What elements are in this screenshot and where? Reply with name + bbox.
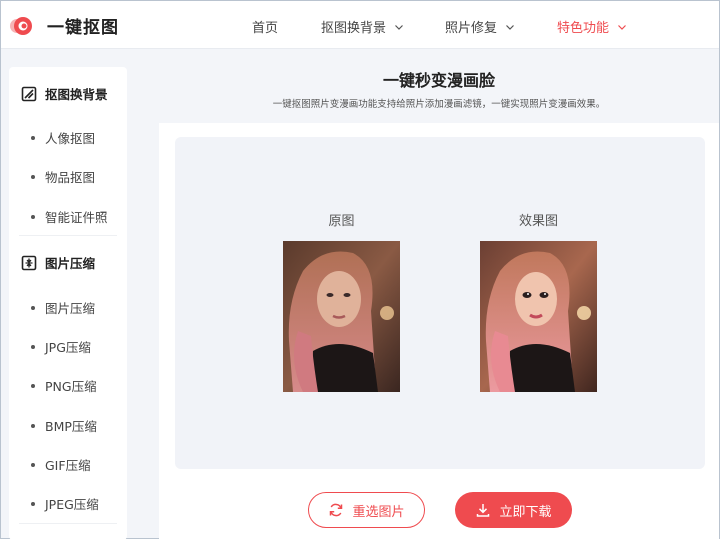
sidebar-item-image-compress[interactable]: 图片压缩: [31, 298, 95, 317]
sidebar-item-label: GIF压缩: [45, 458, 91, 473]
nav-label: 抠图换背景: [321, 21, 387, 36]
reselect-image-button[interactable]: 重选图片: [308, 492, 425, 528]
nav-home[interactable]: 首页: [252, 17, 278, 36]
nav-special-features[interactable]: 特色功能: [557, 17, 627, 36]
bullet-icon: [31, 462, 35, 467]
sidebar-item-label: 物品抠图: [45, 170, 96, 185]
main-panel: 原图 效果图 重选图片 立即下载: [159, 123, 719, 539]
bullet-icon: [31, 501, 35, 506]
nav-label: 首页: [252, 21, 279, 36]
bullet-icon: [31, 423, 35, 428]
bullet-icon: [31, 383, 35, 388]
sidebar-item-label: BMP压缩: [45, 419, 97, 434]
bullet-icon: [31, 174, 35, 179]
original-label: 原图: [328, 214, 355, 229]
sidebar-divider: [19, 235, 117, 236]
chevron-down-icon: [395, 24, 403, 30]
logo-icon: [9, 15, 39, 37]
sidebar-item-label: JPEG压缩: [45, 497, 99, 512]
image-slash-icon: [21, 86, 37, 101]
sidebar-item-label: 智能证件照: [45, 210, 108, 225]
download-icon: [477, 504, 490, 517]
nav-photo-repair[interactable]: 照片修复: [445, 17, 515, 36]
logo[interactable]: 一键抠图: [9, 13, 119, 38]
sidebar-item-label: 人像抠图: [45, 131, 96, 146]
page-subtitle: 一键抠图照片变漫画功能支持给照片添加漫画滤镜，一键实现照片变漫画效果。: [272, 99, 606, 110]
bullet-icon: [31, 344, 35, 349]
sidebar-item-jpeg-compress[interactable]: JPEG压缩: [31, 494, 99, 513]
bullet-icon: [31, 135, 35, 140]
page-title: 一键秒变漫画脸: [382, 71, 495, 90]
original-photo: [283, 241, 400, 392]
sidebar-item-gif-compress[interactable]: GIF压缩: [31, 455, 91, 474]
sidebar-item-jpg-compress[interactable]: JPG压缩: [31, 337, 91, 356]
sidebar-group-label: 抠图换背景: [45, 87, 108, 102]
compress-icon: [21, 255, 37, 270]
result-photo: [480, 241, 597, 392]
sidebar-divider: [19, 523, 117, 524]
result-label: 效果图: [518, 214, 558, 229]
reselect-label: 重选图片: [352, 504, 405, 520]
refresh-icon: [330, 503, 343, 517]
top-header: 一键抠图 首页 抠图换背景 照片修复 特色功能: [1, 1, 719, 49]
preview-area: 原图 效果图: [175, 137, 705, 469]
bullet-icon: [31, 214, 35, 219]
sidebar-item-label: JPG压缩: [45, 340, 91, 355]
sidebar-item-id-photo[interactable]: 智能证件照: [31, 207, 108, 226]
nav-label: 特色功能: [557, 21, 610, 36]
download-label: 立即下载: [499, 504, 552, 520]
sidebar-group-label: 图片压缩: [45, 256, 96, 271]
sidebar-group-cutout[interactable]: 抠图换背景: [21, 84, 108, 103]
sidebar: 抠图换背景 人像抠图 物品抠图 智能证件照 图片压缩 图片压缩 JPG压缩 PN…: [9, 67, 127, 539]
chevron-down-icon: [618, 24, 626, 30]
sidebar-item-png-compress[interactable]: PNG压缩: [31, 376, 97, 395]
chevron-down-icon: [506, 24, 514, 30]
bullet-icon: [31, 305, 35, 310]
sidebar-item-label: PNG压缩: [45, 379, 97, 394]
sidebar-item-object-cutout[interactable]: 物品抠图: [31, 167, 95, 186]
brand-title: 一键抠图: [47, 18, 119, 38]
nav-cutout-background[interactable]: 抠图换背景: [321, 17, 404, 36]
nav-label: 照片修复: [445, 21, 498, 36]
sidebar-group-compress[interactable]: 图片压缩: [21, 253, 95, 272]
sidebar-item-portrait-cutout[interactable]: 人像抠图: [31, 128, 95, 147]
download-button[interactable]: 立即下载: [455, 492, 572, 528]
sidebar-item-label: 图片压缩: [45, 301, 96, 316]
sidebar-item-bmp-compress[interactable]: BMP压缩: [31, 416, 97, 435]
